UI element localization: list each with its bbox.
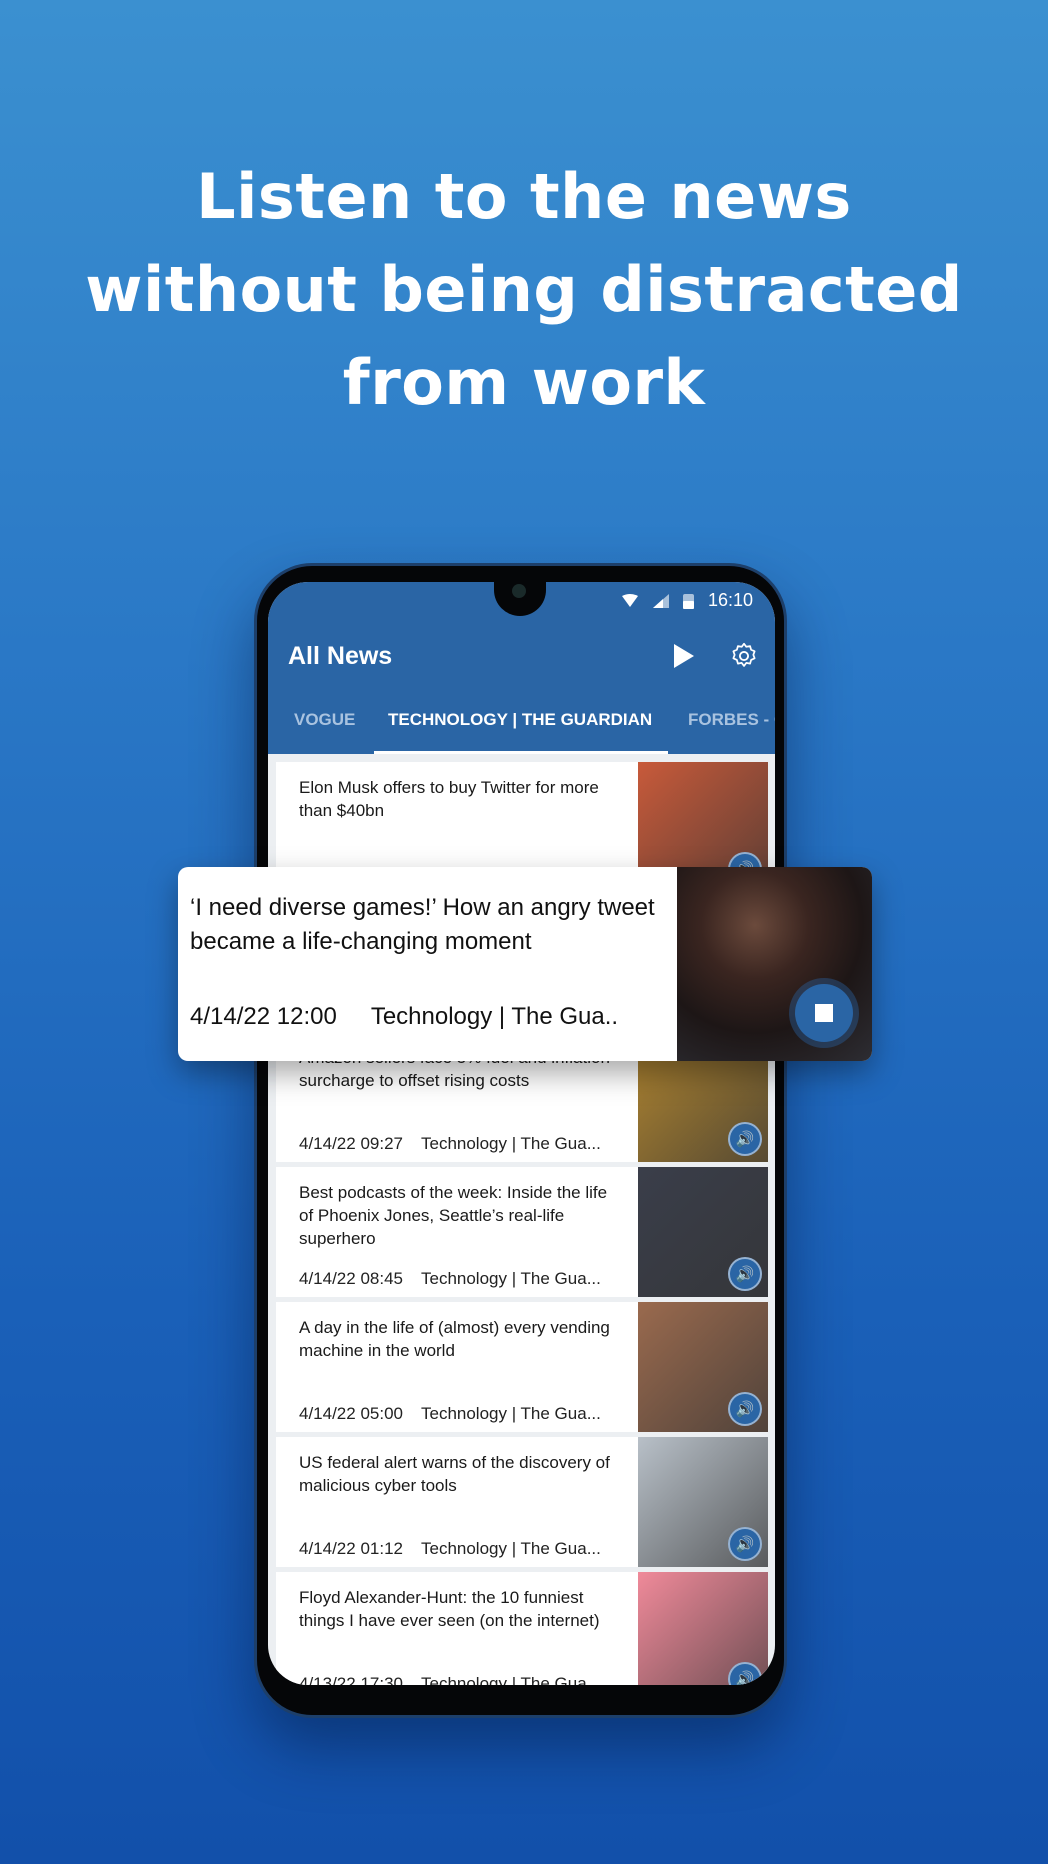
now-playing-card[interactable]: ‘I need diverse games!’ How an angry twe… [178, 867, 872, 1061]
news-item[interactable]: Floyd Alexander-Hunt: the 10 funniest th… [276, 1572, 768, 1685]
status-bar: 16:10 [621, 590, 753, 611]
headline-line: Listen to the news [196, 160, 852, 233]
news-date: 4/14/22 05:00 [299, 1404, 403, 1423]
news-item[interactable]: Best podcasts of the week: Inside the li… [276, 1167, 768, 1297]
news-meta: 4/14/22 05:00 Technology | The Gua... [299, 1404, 601, 1424]
now-playing-meta: 4/14/22 12:00 Technology | The Gua.. [190, 1003, 618, 1031]
signal-icon [652, 593, 669, 608]
news-date: 4/13/22 17:30 [299, 1674, 403, 1685]
active-tab-indicator [374, 751, 668, 754]
news-title: Elon Musk offers to buy Twitter for more… [299, 778, 599, 820]
status-time: 16:10 [707, 590, 753, 610]
news-title: Best podcasts of the week: Inside the li… [299, 1183, 608, 1248]
news-title: A day in the life of (almost) every vend… [299, 1318, 610, 1360]
speaker-icon[interactable]: 🔊 [728, 1392, 762, 1426]
news-title: Floyd Alexander-Hunt: the 10 funniest th… [299, 1588, 600, 1630]
phone-screen: 16:10 All News VOGUE TECHNOLOGY | THE GU… [268, 582, 775, 1685]
news-meta: 4/13/22 17:30 Technology | The Gua... [299, 1674, 601, 1685]
tab-technology-guardian[interactable]: TECHNOLOGY | THE GUARDIAN [388, 710, 652, 730]
news-title: US federal alert warns of the discovery … [299, 1453, 610, 1495]
headline: Listen to the news without being distrac… [0, 150, 1048, 429]
now-playing-title: ‘I need diverse games!’ How an angry twe… [190, 894, 655, 955]
news-date: 4/14/22 08:45 [299, 1269, 403, 1288]
tab-vogue[interactable]: VOGUE [294, 710, 355, 730]
news-meta: 4/14/22 08:45 Technology | The Gua... [299, 1269, 601, 1289]
news-source: Technology | The Gua... [420, 1674, 601, 1685]
news-item[interactable]: A day in the life of (almost) every vend… [276, 1302, 768, 1432]
now-playing-date: 4/14/22 12:00 [190, 1003, 337, 1030]
news-date: 4/14/22 09:27 [299, 1134, 403, 1153]
now-playing-source: Technology | The Gua.. [370, 1003, 619, 1030]
speaker-icon[interactable]: 🔊 [728, 1122, 762, 1156]
play-icon[interactable] [674, 644, 694, 668]
app-title: All News [288, 642, 393, 670]
tab-bar: VOGUE TECHNOLOGY | THE GUARDIAN FORBES -… [268, 710, 775, 754]
news-item[interactable]: US federal alert warns of the discovery … [276, 1437, 768, 1567]
news-meta: 4/14/22 01:12 Technology | The Gua... [299, 1539, 601, 1559]
news-source: Technology | The Gua... [420, 1269, 601, 1288]
camera-notch [494, 582, 546, 616]
app-bar: 16:10 All News VOGUE TECHNOLOGY | THE GU… [268, 582, 775, 754]
stop-icon[interactable] [795, 984, 853, 1042]
speaker-icon[interactable]: 🔊 [728, 1527, 762, 1561]
wifi-icon [621, 593, 638, 607]
speaker-icon[interactable]: 🔊 [728, 1257, 762, 1291]
news-meta: 4/14/22 09:27 Technology | The Gua... [299, 1134, 601, 1154]
news-date: 4/14/22 01:12 [299, 1539, 403, 1558]
news-source: Technology | The Gua... [420, 1404, 601, 1423]
news-source: Technology | The Gua... [420, 1539, 601, 1558]
battery-icon [682, 594, 694, 609]
news-source: Technology | The Gua... [420, 1134, 601, 1153]
tab-forbes[interactable]: FORBES - C [688, 710, 775, 730]
headline-line: from work [342, 346, 706, 419]
gear-icon[interactable] [730, 642, 758, 670]
headline-line: without being distracted [85, 253, 963, 326]
